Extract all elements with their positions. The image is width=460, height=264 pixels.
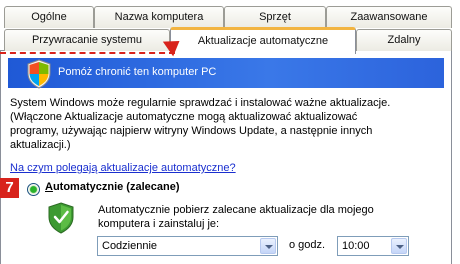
security-shield-icon [48,202,74,234]
chevron-down-icon[interactable] [391,238,407,254]
tab-general[interactable]: Ogólne [4,6,94,28]
time-label: o godz. [289,239,326,251]
tab-advanced[interactable]: Zaawansowane [326,6,452,28]
tab-remote[interactable]: Zdalny [356,29,452,51]
step-badge: 7 [0,178,19,198]
banner-title: Pomóż chronić ten komputer PC [58,66,217,78]
tab-hardware[interactable]: Sprzęt [224,6,326,28]
automatic-description: Automatycznie pobierz zalecane aktualiza… [98,203,374,231]
accelerator-key: A [45,181,53,193]
system-properties-dialog: Ogólne Nazwa komputera Sprzęt Zaawansowa… [0,0,460,264]
annotation-arrow-line [0,52,175,54]
tab-system-restore[interactable]: Przywracanie systemu [4,29,170,51]
frequency-select[interactable]: Codziennie [97,236,278,256]
windows-security-shield-icon [27,59,51,89]
automatic-radio-label[interactable]: Automatycznie (zalecane) [45,181,180,193]
help-link[interactable]: Na czym polegają aktualizacje automatycz… [10,162,236,174]
chevron-down-icon[interactable] [260,238,276,254]
automatic-description-line: komputera i zainstaluj je: [98,218,220,230]
description-line: (Włączone Aktualizacje automatyczne mogą… [10,111,358,123]
tab-computer-name[interactable]: Nazwa komputera [94,6,224,28]
tab-automatic-updates[interactable]: Aktualizacje automatyczne [170,27,356,54]
time-value: 10:00 [342,240,370,252]
description-line: System Windows może regularnie sprawdzać… [10,97,391,109]
description-line: programy, używając najpierw witryny Wind… [10,125,373,137]
security-banner: Pomóż chronić ten komputer PC [8,58,444,89]
automatic-radio[interactable] [27,183,40,196]
time-select[interactable]: 10:00 [337,236,409,256]
automatic-description-line: Automatycznie pobierz zalecane aktualiza… [98,204,374,216]
description-text: System Windows może regularnie sprawdzać… [10,96,446,152]
frequency-value: Codziennie [102,240,158,252]
description-line: aktualizacji.) [10,139,71,151]
automatic-label-text: utomatycznie (zalecane) [52,181,180,193]
